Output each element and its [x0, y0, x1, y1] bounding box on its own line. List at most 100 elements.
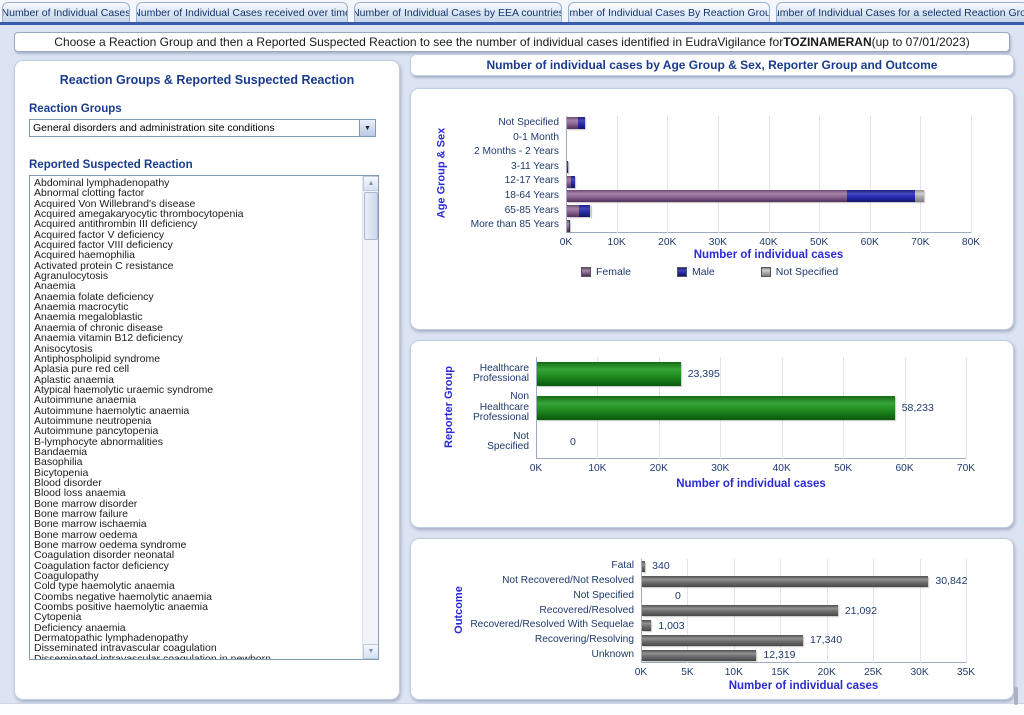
y-axis-category-label: Not Specified	[411, 589, 634, 604]
bar[interactable]	[642, 561, 645, 572]
reaction-list-item[interactable]: Blood loss anaemia	[30, 488, 361, 498]
bar-segment-male[interactable]	[578, 117, 585, 129]
bar-segment-male[interactable]	[571, 176, 576, 188]
reaction-list-item[interactable]: Bone marrow disorder	[30, 499, 361, 509]
scroll-down-button[interactable]: ▼	[363, 644, 379, 659]
reaction-list-item[interactable]: Atypical haemolytic uraemic syndrome	[30, 385, 361, 395]
reported-reaction-listbox[interactable]: Abdominal lymphadenopathyAbnormal clotti…	[29, 175, 379, 660]
reaction-list-item[interactable]: Bone marrow ischaemia	[30, 519, 361, 529]
x-axis-tick-label: 60K	[885, 463, 925, 474]
legend-swatch-icon	[761, 267, 771, 277]
gridline	[718, 116, 719, 233]
reaction-list-item[interactable]: Acquired amegakaryocytic thrombocytopeni…	[30, 209, 361, 219]
tab-5[interactable]: Number of Individual Cases for a selecte…	[776, 2, 1024, 22]
bar[interactable]	[642, 605, 838, 616]
reaction-list-item[interactable]: Bone marrow oedema syndrome	[30, 540, 361, 550]
reaction-list-item[interactable]: Anisocytosis	[30, 344, 361, 354]
reaction-list-item[interactable]: B-lymphocyte abnormalities	[30, 437, 361, 447]
scrollbar-thumb[interactable]	[364, 192, 378, 240]
reaction-list-item[interactable]: Coagulation factor deficiency	[30, 561, 361, 571]
bar[interactable]	[537, 362, 681, 386]
reaction-list-item[interactable]: Anaemia megaloblastic	[30, 312, 361, 322]
x-axis-tick-label: 0K	[621, 667, 661, 678]
x-axis-tick-label: 10K	[714, 667, 754, 678]
gridline	[920, 116, 921, 233]
x-axis-tick-label: 20K	[647, 237, 687, 248]
reaction-list-item[interactable]: Abnormal clotting factor	[30, 188, 361, 198]
reaction-list-item[interactable]: Cytopenia	[30, 612, 361, 622]
listbox-scrollbar[interactable]: ▲ ▼	[362, 176, 378, 659]
reaction-list-item[interactable]: Bandaemia	[30, 447, 361, 457]
reaction-group-dropdown[interactable]: General disorders and administration sit…	[29, 119, 376, 137]
reaction-list-item[interactable]: Bicytopenia	[30, 468, 361, 478]
page-scrollbar-fragment[interactable]	[1014, 687, 1018, 705]
bar-segment-male[interactable]	[847, 190, 915, 202]
dropdown-button[interactable]: ▼	[359, 120, 375, 136]
reaction-list-item[interactable]: Anaemia vitamin B12 deficiency	[30, 333, 361, 343]
y-axis-category-label: Not Specified	[411, 116, 559, 131]
reaction-list-item[interactable]: Coagulopathy	[30, 571, 361, 581]
bar[interactable]	[642, 635, 803, 646]
bar-segment-male[interactable]	[569, 220, 570, 232]
reaction-list-item[interactable]: Acquired factor VIII deficiency	[30, 240, 361, 250]
reaction-list-item[interactable]: Anaemia	[30, 281, 361, 291]
x-axis-tick-label: 30K	[900, 667, 940, 678]
tab-4[interactable]: Number of Individual Cases By Reaction G…	[568, 2, 770, 22]
reaction-list-item[interactable]: Basophilia	[30, 457, 361, 467]
reaction-list-item[interactable]: Dermatopathic lymphadenopathy	[30, 633, 361, 643]
reaction-list-item[interactable]: Activated protein C resistance	[30, 261, 361, 271]
y-axis-title: Outcome	[453, 558, 465, 662]
scroll-up-button[interactable]: ▲	[363, 176, 379, 191]
reaction-list-item[interactable]: Acquired haemophilia	[30, 250, 361, 260]
reaction-list-item[interactable]: Anaemia macrocytic	[30, 302, 361, 312]
banner-text-suffix: (up to 07/01/2023)	[872, 35, 970, 49]
reaction-list-item[interactable]: Coombs negative haemolytic anaemia	[30, 592, 361, 602]
reaction-list-item[interactable]: Bone marrow oedema	[30, 530, 361, 540]
reaction-list-item[interactable]: Deficiency anaemia	[30, 623, 361, 633]
reaction-list-item[interactable]: Aplasia pure red cell	[30, 364, 361, 374]
reaction-list-item[interactable]: Coagulation disorder neonatal	[30, 550, 361, 560]
bar-value-label: 0	[675, 589, 681, 604]
reaction-list-item[interactable]: Autoimmune pancytopenia	[30, 426, 361, 436]
reaction-list-item[interactable]: Autoimmune neutropenia	[30, 416, 361, 426]
x-axis-tick-label: 15K	[760, 667, 800, 678]
bar-value-label: 1,003	[658, 618, 684, 633]
bar-segment-male[interactable]	[579, 205, 590, 217]
reaction-list-item[interactable]: Disseminated intravascular coagulation i…	[30, 654, 361, 660]
x-axis-tick-label: 5K	[667, 667, 707, 678]
reaction-list-item[interactable]: Acquired antithrombin III deficiency	[30, 219, 361, 229]
bar-segment-notspec[interactable]	[590, 205, 591, 217]
reaction-list-item[interactable]: Antiphospholipid syndrome	[30, 354, 361, 364]
tab-2[interactable]: Number of Individual Cases received over…	[136, 2, 348, 22]
reaction-list-item[interactable]: Anaemia folate deficiency	[30, 292, 361, 302]
reaction-list-item[interactable]: Acquired Von Willebrand's disease	[30, 199, 361, 209]
reaction-list-item[interactable]: Coombs positive haemolytic anaemia	[30, 602, 361, 612]
reaction-list-item[interactable]: Disseminated intravascular coagulation	[30, 643, 361, 653]
bar-segment-female[interactable]	[567, 190, 847, 202]
reaction-list-item[interactable]: Cold type haemolytic anaemia	[30, 581, 361, 591]
y-axis-category-label: 18-64 Years	[411, 189, 559, 204]
reaction-list-item[interactable]: Agranulocytosis	[30, 271, 361, 281]
tab-3[interactable]: Number of Individual Cases by EEA countr…	[354, 2, 562, 22]
bar-segment-notspec[interactable]	[915, 190, 924, 202]
legend-label: Not Specified	[776, 266, 838, 278]
bar-segment-female[interactable]	[567, 117, 578, 129]
reaction-list-item[interactable]: Autoimmune haemolytic anaemia	[30, 406, 361, 416]
x-axis-tick-label: 0K	[516, 463, 556, 474]
bar[interactable]	[642, 650, 756, 661]
reaction-list-item[interactable]: Acquired factor V deficiency	[30, 230, 361, 240]
bar-segment-male[interactable]	[567, 161, 568, 173]
y-axis-category-label: Not Recovered/Not Resolved	[411, 574, 634, 589]
reporter-group-chart-panel: 0K10K20K30K40K50K60K70KHealthcare Profes…	[410, 340, 1014, 528]
bar[interactable]	[537, 396, 895, 420]
tab-1[interactable]: Number of Individual Cases	[2, 2, 130, 22]
bar[interactable]	[642, 620, 651, 631]
reaction-list-item[interactable]: Anaemia of chronic disease	[30, 323, 361, 333]
reaction-list-item[interactable]: Autoimmune anaemia	[30, 395, 361, 405]
reaction-list-item[interactable]: Abdominal lymphadenopathy	[30, 178, 361, 188]
reaction-list-item[interactable]: Blood disorder	[30, 478, 361, 488]
reaction-list-item[interactable]: Bone marrow failure	[30, 509, 361, 519]
reaction-list-item[interactable]: Aplastic anaemia	[30, 375, 361, 385]
bar[interactable]	[642, 576, 928, 587]
bar-segment-female[interactable]	[567, 205, 579, 217]
